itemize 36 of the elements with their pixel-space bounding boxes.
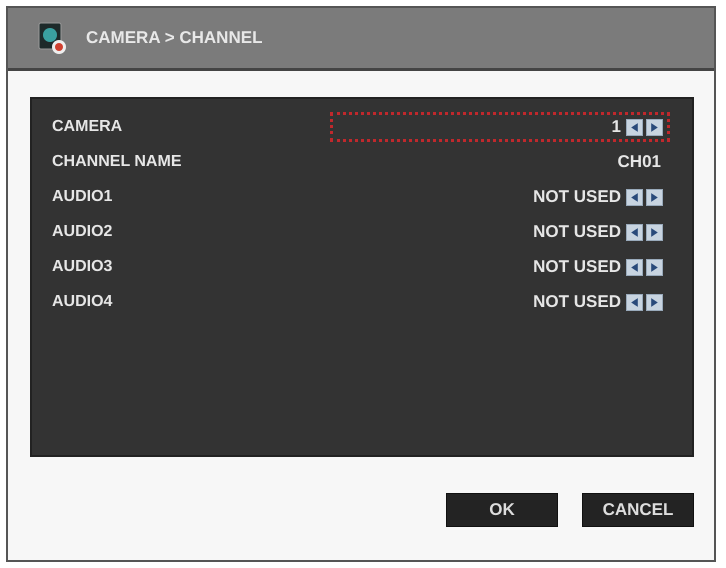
left-arrow-button[interactable] xyxy=(626,188,643,206)
ok-button[interactable]: OK xyxy=(446,493,558,527)
setting-value-field[interactable]: NOT USED xyxy=(330,217,670,247)
window-title: CAMERA > CHANNEL xyxy=(86,28,262,48)
camera-settings-icon xyxy=(38,21,68,55)
setting-value-field[interactable]: CH01 xyxy=(330,147,670,177)
setting-label: AUDIO3 xyxy=(52,258,112,276)
right-arrow-button[interactable] xyxy=(646,118,663,136)
setting-label: CAMERA xyxy=(52,118,122,136)
left-arrow-button[interactable] xyxy=(626,118,643,136)
right-triangle-icon xyxy=(649,296,660,308)
left-triangle-icon xyxy=(629,122,640,132)
right-arrow-button[interactable] xyxy=(646,224,663,240)
left-triangle-icon xyxy=(629,296,640,308)
right-triangle-icon xyxy=(649,122,660,132)
cancel-button[interactable]: CANCEL xyxy=(582,493,694,527)
right-triangle-icon xyxy=(649,226,660,238)
right-arrow-button[interactable] xyxy=(646,188,663,206)
left-arrow-button[interactable] xyxy=(626,258,643,276)
left-triangle-icon xyxy=(629,226,640,238)
setting-value-field[interactable]: NOT USED xyxy=(330,287,670,317)
setting-value-field[interactable]: NOT USED xyxy=(330,182,670,212)
right-arrow-button[interactable] xyxy=(646,258,663,276)
right-triangle-icon xyxy=(649,262,660,272)
right-arrow-button[interactable] xyxy=(646,294,663,310)
setting-label: AUDIO2 xyxy=(52,223,112,241)
setting-value-field[interactable]: 1 xyxy=(330,112,670,142)
setting-label: AUDIO4 xyxy=(52,293,112,311)
left-arrow-button[interactable] xyxy=(626,224,643,240)
setting-label: CHANNEL NAME xyxy=(52,153,182,171)
setting-label: AUDIO1 xyxy=(52,188,112,206)
setting-value-field[interactable]: NOT USED xyxy=(330,252,670,282)
left-triangle-icon xyxy=(629,262,640,272)
left-triangle-icon xyxy=(629,192,640,202)
right-triangle-icon xyxy=(649,192,660,202)
left-arrow-button[interactable] xyxy=(626,294,643,310)
